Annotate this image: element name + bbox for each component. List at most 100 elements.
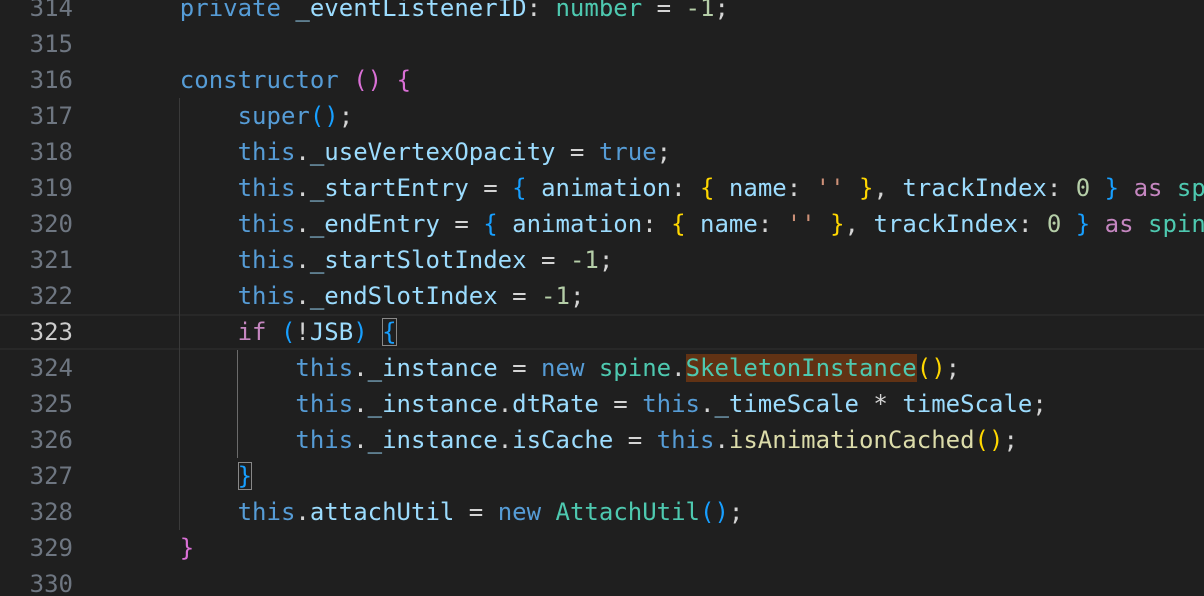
code-token: ; [714,0,729,22]
code-line[interactable]: 327 } [0,458,1204,494]
code-line-current[interactable]: 323 if (!JSB) { [0,314,1204,350]
code-token: . [295,174,310,202]
code-line[interactable]: 321 this._startSlotIndex = -1; [0,242,1204,278]
code-token: trackIndex [902,174,1047,202]
code-text[interactable]: this._instance.dtRate = this._timeScale … [122,386,1047,422]
code-token: new [541,354,585,382]
code-token: _startEntry [309,174,469,202]
line-number: 327 [29,462,73,490]
code-token: this [237,246,296,274]
code-token: ; [569,282,585,310]
code-token: . [353,354,368,382]
code-line[interactable]: 317 super(); [0,98,1204,134]
code-token: ; [598,246,614,274]
indent-guide [179,98,180,530]
code-text[interactable]: if (!JSB) { [122,316,397,348]
code-token: '' [815,174,845,202]
code-text[interactable]: } [122,530,194,566]
code-token: . [353,390,368,418]
code-token: : [786,174,816,202]
code-editor[interactable]: 314 private _eventListenerID: number = -… [0,0,1204,596]
code-text[interactable]: this._instance.isCache = this.isAnimatio… [122,422,1018,458]
code-token: true [598,138,657,166]
code-line[interactable]: 322 this._endSlotIndex = -1; [0,278,1204,314]
code-text[interactable]: private _eventListenerID: number = -1; [122,0,729,26]
code-text[interactable]: super(); [122,98,354,134]
code-token: . [295,282,310,310]
line-number: 324 [29,354,73,382]
code-line[interactable]: 326 this._instance.isCache = this.isAnim… [0,422,1204,458]
line-number: 329 [29,534,73,562]
code-text[interactable]: this._startSlotIndex = -1; [122,242,614,278]
matched-bracket: } [237,462,253,490]
code-token: AttachUtil [555,498,701,526]
code-line[interactable]: 328 this.attachUtil = new AttachUtil(); [0,494,1204,530]
code-token: this [656,426,715,454]
code-text[interactable]: } [122,458,253,494]
code-token: = [526,246,570,274]
line-number: 328 [29,498,73,526]
code-text[interactable]: this._endEntry = { animation: { name: ''… [122,206,1204,242]
code-line[interactable]: 319 this._startEntry = { animation: { na… [0,170,1204,206]
code-token: { [671,210,686,238]
code-line[interactable]: 318 this._useVertexOpacity = true; [0,134,1204,170]
code-token: { [512,174,527,202]
code-token: . [497,390,513,418]
code-line[interactable]: 315 [0,26,1204,62]
code-text[interactable]: this._useVertexOpacity = true; [122,134,672,170]
code-line[interactable]: 330 [0,566,1204,596]
code-token: } [1104,174,1120,202]
code-token: } [858,174,874,202]
code-token: new [497,498,542,526]
code-line[interactable]: 324 this._instance = new spine.SkeletonI… [0,350,1204,386]
line-number: 316 [29,66,73,94]
code-text[interactable]: this._startEntry = { animation: { name: … [122,170,1204,206]
code-line[interactable]: 325 this._instance.dtRate = this._timeSc… [0,386,1204,422]
line-number: 318 [29,138,73,166]
line-number: 319 [29,174,73,202]
code-line[interactable]: 316 constructor () { [0,62,1204,98]
code-token: = [454,498,498,526]
code-token: . [295,498,310,526]
line-number: 321 [29,246,73,274]
code-token: = [497,282,542,310]
code-token: number [555,0,643,22]
code-token: attachUtil [309,498,455,526]
code-token: _instance [367,390,498,418]
code-text[interactable]: this._endSlotIndex = -1; [122,278,585,314]
code-token: isCache [512,426,614,454]
code-text[interactable]: constructor () { [122,62,411,98]
code-token: = [497,354,542,382]
code-token: : [1017,210,1047,238]
code-token: ! [295,318,310,346]
code-text[interactable]: this.attachUtil = new AttachUtil(); [122,494,744,530]
code-text[interactable]: this._instance = new spine.SkeletonInsta… [122,350,960,386]
line-number: 330 [29,570,73,596]
code-token: -1 [541,282,570,310]
code-token: ; [728,498,744,526]
line-number: 325 [29,390,73,418]
code-token: . [700,390,715,418]
code-token: _endSlotIndex [309,282,498,310]
line-number: 323 [29,318,73,346]
code-line[interactable]: 320 this._endEntry = { animation: { name… [0,206,1204,242]
line-number: 314 [29,0,73,22]
code-token: as [1104,210,1134,238]
code-token: this [237,498,296,526]
code-line[interactable]: 314 private _eventListenerID: number = -… [0,0,1204,26]
code-token: . [714,426,729,454]
code-line[interactable]: 329 } [0,530,1204,566]
code-token: _instance [367,426,498,454]
line-number: 317 [29,102,73,130]
line-number: 320 [29,210,73,238]
code-token: . [497,426,513,454]
code-token: () [916,354,946,382]
code-token: ; [1032,390,1047,418]
